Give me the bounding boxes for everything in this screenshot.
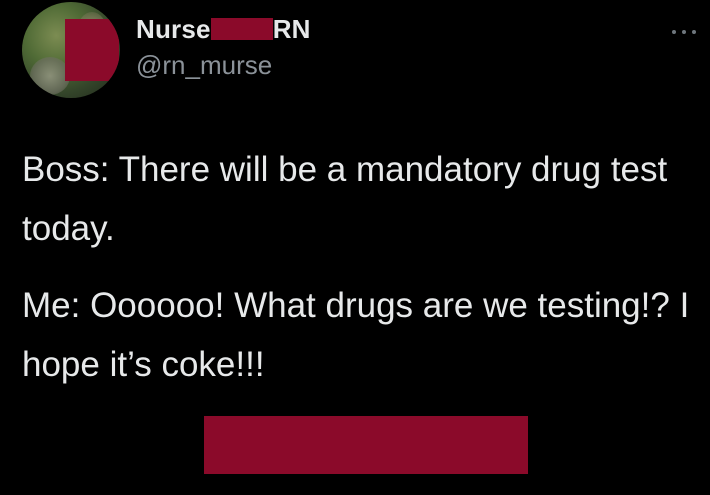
avatar-redaction-box bbox=[65, 19, 119, 81]
timestamp-redaction-box bbox=[204, 416, 528, 474]
author-name-prefix: Nurse bbox=[136, 14, 211, 44]
author-handle[interactable]: @rn_murse bbox=[136, 50, 272, 81]
ellipsis-dot bbox=[692, 30, 696, 34]
author-name-suffix: RN bbox=[272, 14, 311, 44]
tweet-paragraph: Boss: There will be a mandatory drug tes… bbox=[22, 150, 668, 248]
avatar[interactable] bbox=[22, 2, 120, 98]
ellipsis-dot bbox=[672, 30, 676, 34]
tweet-paragraph: Me: Oooooo! What drugs are we testing!? … bbox=[22, 286, 690, 384]
ellipsis-dot bbox=[682, 30, 686, 34]
author-display-name[interactable]: Nurse RN bbox=[136, 14, 311, 45]
tweet-text: Boss: There will be a mandatory drug tes… bbox=[22, 140, 692, 394]
name-redaction-box bbox=[210, 18, 273, 40]
ellipsis-icon[interactable] bbox=[672, 28, 696, 36]
tweet-card: Nurse RN @rn_murse Boss: There will be a … bbox=[0, 0, 710, 495]
